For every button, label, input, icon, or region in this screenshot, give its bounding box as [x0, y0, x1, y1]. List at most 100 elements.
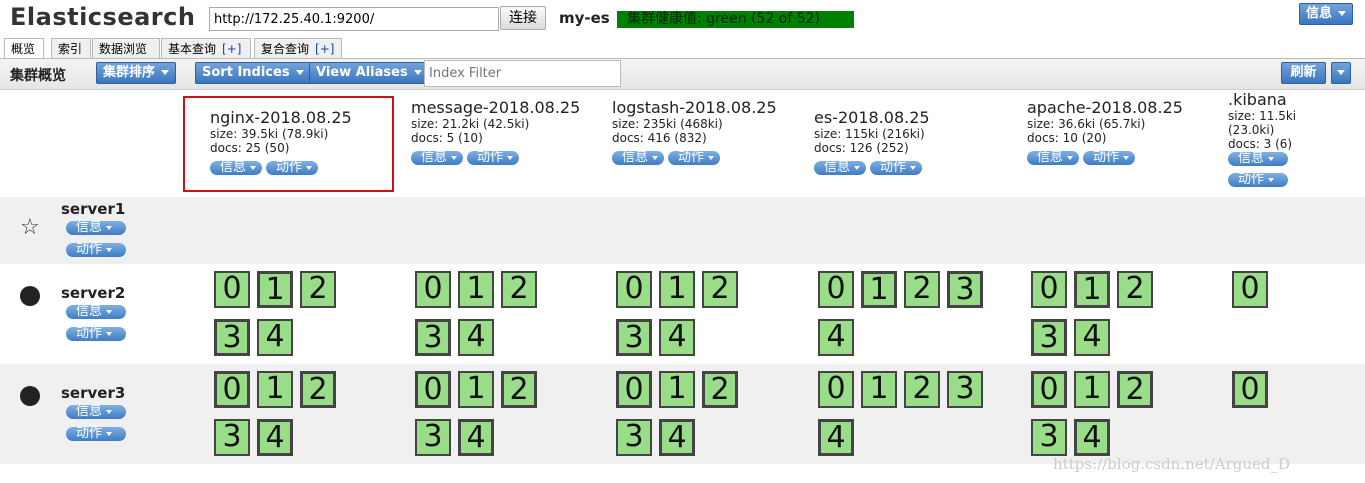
index-action-button[interactable]: 动作 [668, 151, 721, 165]
shard-box[interactable]: 0 [1232, 271, 1268, 308]
shard-box[interactable]: 1 [659, 271, 695, 308]
shard-box[interactable]: 1 [1074, 271, 1110, 308]
index-action-button[interactable]: 动作 [1228, 173, 1288, 187]
server-info-button[interactable]: 信息 [66, 405, 126, 419]
tab-overview[interactable]: 概览 [4, 38, 44, 58]
shard-box[interactable]: 2 [300, 371, 336, 408]
connect-button[interactable]: 连接 [500, 6, 546, 30]
index-name: nginx-2018.08.25 [210, 108, 352, 127]
shard-box[interactable]: 0 [818, 271, 854, 308]
shard-box[interactable]: 4 [458, 319, 494, 356]
shard-box[interactable]: 0 [1232, 371, 1268, 408]
refresh-button[interactable]: 刷新 [1281, 62, 1326, 84]
shard-box[interactable]: 0 [415, 271, 451, 308]
chevron-down-icon [910, 165, 917, 170]
index-info-button[interactable]: 信息 [411, 151, 464, 165]
shard-box[interactable]: 4 [1074, 419, 1110, 456]
shard-box[interactable]: 0 [1031, 271, 1067, 308]
tab-browser[interactable]: 数据浏览 [92, 38, 160, 58]
server-actions: 信息 动作 [66, 305, 126, 349]
shard-box[interactable]: 1 [861, 271, 897, 308]
view-aliases-button[interactable]: View Aliases [309, 62, 429, 84]
shard-box[interactable]: 1 [458, 271, 494, 308]
shard-box[interactable]: 2 [904, 271, 940, 308]
tab-indices[interactable]: 索引 [51, 38, 91, 58]
app-title: Elasticsearch [10, 3, 196, 31]
shard-box[interactable]: 2 [1117, 371, 1153, 408]
shard-box[interactable]: 4 [818, 419, 854, 456]
shard-box[interactable]: 0 [214, 371, 250, 408]
index-size: size: 21.2ki (42.5ki) [411, 117, 530, 131]
shard-box[interactable]: 0 [415, 371, 451, 408]
shard-box[interactable]: 2 [501, 271, 537, 308]
shard-box[interactable]: 3 [616, 419, 652, 456]
action-label: 动作 [76, 426, 103, 441]
shard-box[interactable]: 3 [415, 419, 451, 456]
shard-box[interactable]: 0 [1031, 371, 1067, 408]
shard-box[interactable]: 4 [458, 419, 494, 456]
index-name: logstash-2018.08.25 [612, 98, 777, 117]
shard-box[interactable]: 0 [616, 271, 652, 308]
shard-box[interactable]: 2 [501, 371, 537, 408]
index-info-button[interactable]: 信息 [612, 151, 665, 165]
index-name: es-2018.08.25 [814, 108, 930, 127]
index-filter-input[interactable] [424, 60, 621, 87]
shard-box[interactable]: 2 [702, 271, 738, 308]
index-info-button[interactable]: 信息 [1027, 150, 1080, 165]
watermark: https://blog.csdn.net/Argued_D [1053, 455, 1290, 473]
index-action-button[interactable]: 动作 [467, 151, 520, 165]
shard-box[interactable]: 3 [415, 319, 451, 356]
shard-box[interactable]: 2 [300, 271, 336, 308]
shard-box[interactable]: 3 [214, 319, 250, 356]
sort-cluster-button[interactable]: 集群排序 [96, 62, 177, 84]
info-label: 信息 [1037, 150, 1064, 165]
shard-box[interactable]: 3 [1031, 319, 1067, 356]
chevron-down-icon [1337, 70, 1345, 75]
chevron-down-icon [708, 155, 715, 160]
shard-box[interactable]: 0 [616, 371, 652, 408]
server-info-button[interactable]: 信息 [66, 305, 126, 319]
star-icon[interactable]: ☆ [20, 217, 40, 239]
tab-compound-query[interactable]: 复合查询 [+] [254, 38, 342, 58]
index-size: size: 36.6ki (65.7ki) [1027, 117, 1146, 131]
shard-box[interactable]: 1 [1074, 371, 1110, 408]
index-info-button[interactable]: 信息 [210, 161, 263, 175]
shard-box[interactable]: 3 [947, 271, 983, 308]
tab-basic-query[interactable]: 基本查询 [+] [161, 38, 251, 58]
shard-box[interactable]: 3 [1031, 419, 1067, 456]
index-action-button[interactable]: 动作 [266, 161, 319, 175]
url-input[interactable] [209, 7, 499, 31]
cluster-info-button[interactable]: 信息 [1298, 3, 1353, 25]
index-action-button[interactable]: 动作 [870, 161, 923, 175]
shard-box[interactable]: 4 [1074, 319, 1110, 356]
shard-box[interactable]: 1 [458, 371, 494, 408]
refresh-dropdown-button[interactable] [1331, 62, 1351, 84]
sort-indices-button[interactable]: Sort Indices [195, 62, 311, 84]
shard-box[interactable]: 1 [257, 371, 293, 408]
shard-box[interactable]: 4 [257, 319, 293, 356]
shard-box[interactable]: 1 [861, 371, 897, 408]
index-header: apache-2018.08.25 size: 36.6ki (65.7ki) … [1027, 98, 1202, 165]
shard-box[interactable]: 3 [947, 371, 983, 408]
shard-box[interactable]: 2 [702, 371, 738, 408]
shard-box[interactable]: 2 [904, 371, 940, 408]
action-label: 动作 [76, 242, 103, 257]
shard-box[interactable]: 4 [659, 419, 695, 456]
shard-box[interactable]: 1 [659, 371, 695, 408]
shard-box[interactable]: 0 [214, 271, 250, 308]
shard-box[interactable]: 2 [1117, 271, 1153, 308]
server-action-button[interactable]: 动作 [66, 327, 126, 341]
shard-box[interactable]: 3 [214, 419, 250, 456]
shard-box[interactable]: 3 [616, 319, 652, 356]
shard-box[interactable]: 0 [818, 371, 854, 408]
shard-box[interactable]: 4 [659, 319, 695, 356]
shard-box[interactable]: 4 [257, 419, 293, 456]
shard-box[interactable]: 1 [257, 271, 293, 308]
server-action-button[interactable]: 动作 [66, 243, 126, 257]
server-action-button[interactable]: 动作 [66, 427, 126, 441]
index-action-button[interactable]: 动作 [1083, 151, 1136, 165]
index-info-button[interactable]: 信息 [1228, 152, 1288, 166]
server-info-button[interactable]: 信息 [66, 221, 126, 235]
shard-box[interactable]: 4 [818, 319, 854, 356]
index-info-button[interactable]: 信息 [814, 161, 867, 175]
